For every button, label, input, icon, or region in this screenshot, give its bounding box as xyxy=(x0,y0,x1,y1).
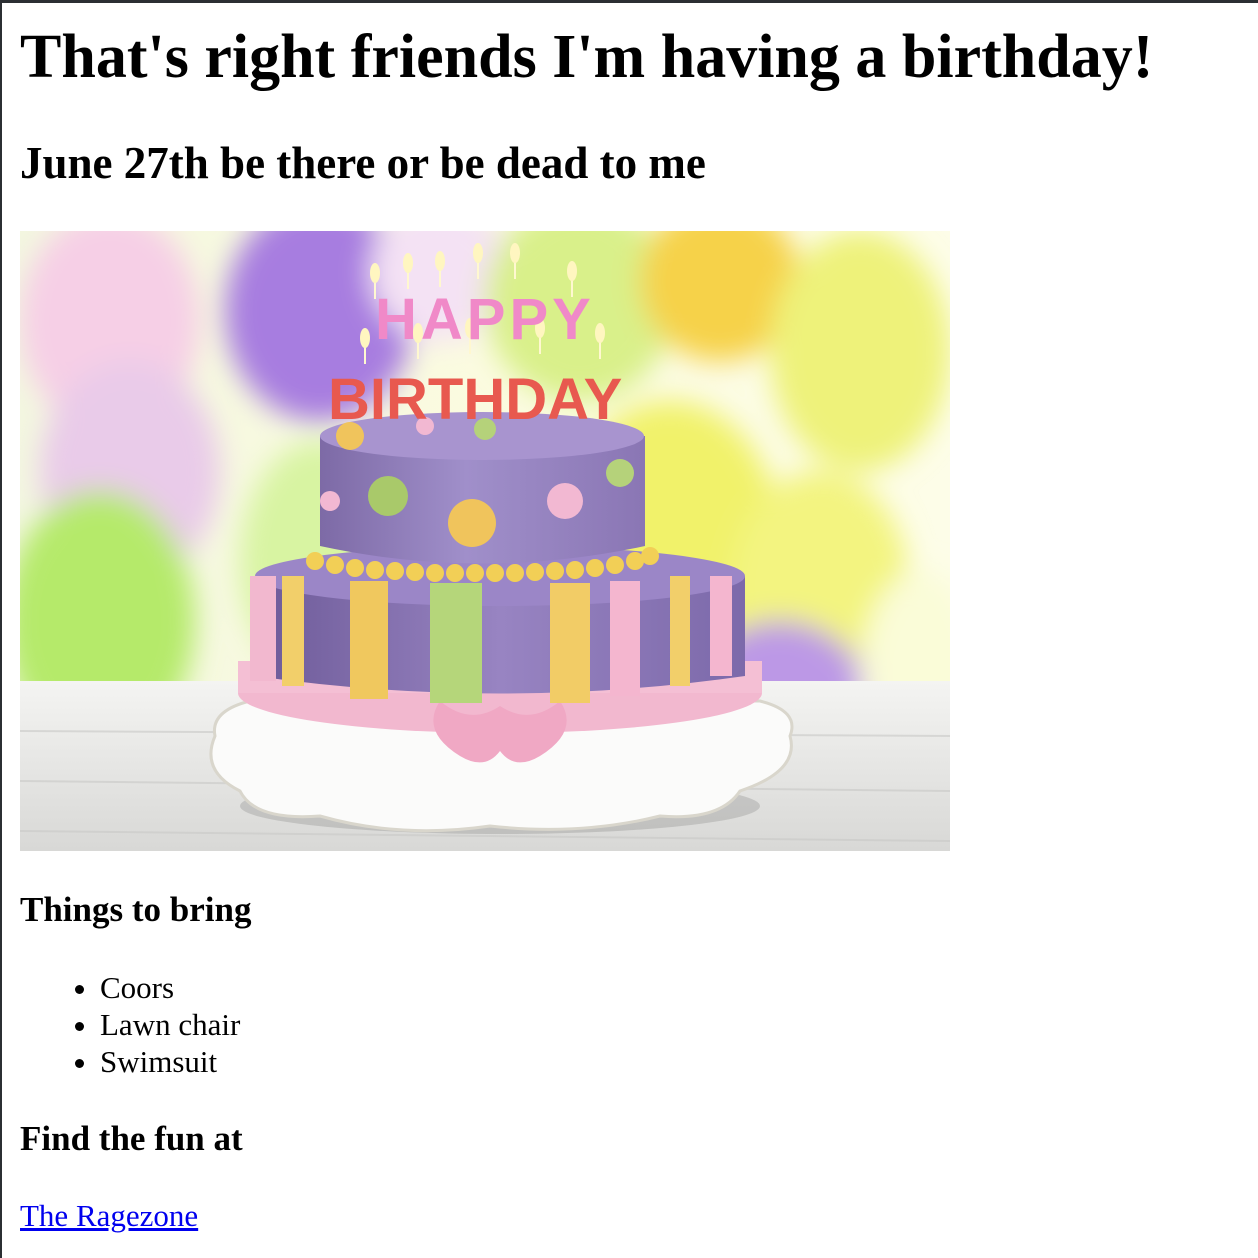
list-item: Coors xyxy=(100,969,240,1006)
things-to-bring-list: Coors Lawn chair Swimsuit xyxy=(20,969,240,1080)
page-title: That's right friends I'm having a birthd… xyxy=(20,23,1154,91)
cake-candles-happy: HAPPY xyxy=(375,287,595,352)
cake-candles-birthday: BIRTHDAY xyxy=(328,367,622,432)
list-item: Swimsuit xyxy=(100,1043,240,1080)
ragezone-link[interactable]: The Ragezone xyxy=(20,1198,198,1234)
list-item: Lawn chair xyxy=(100,1006,240,1043)
things-to-bring-heading: Things to bring xyxy=(20,890,252,929)
page-subtitle: June 27th be there or be dead to me xyxy=(20,138,706,188)
birthday-cake-image: HAPPY BIRTHDAY xyxy=(20,231,950,851)
find-the-fun-heading: Find the fun at xyxy=(20,1119,243,1158)
